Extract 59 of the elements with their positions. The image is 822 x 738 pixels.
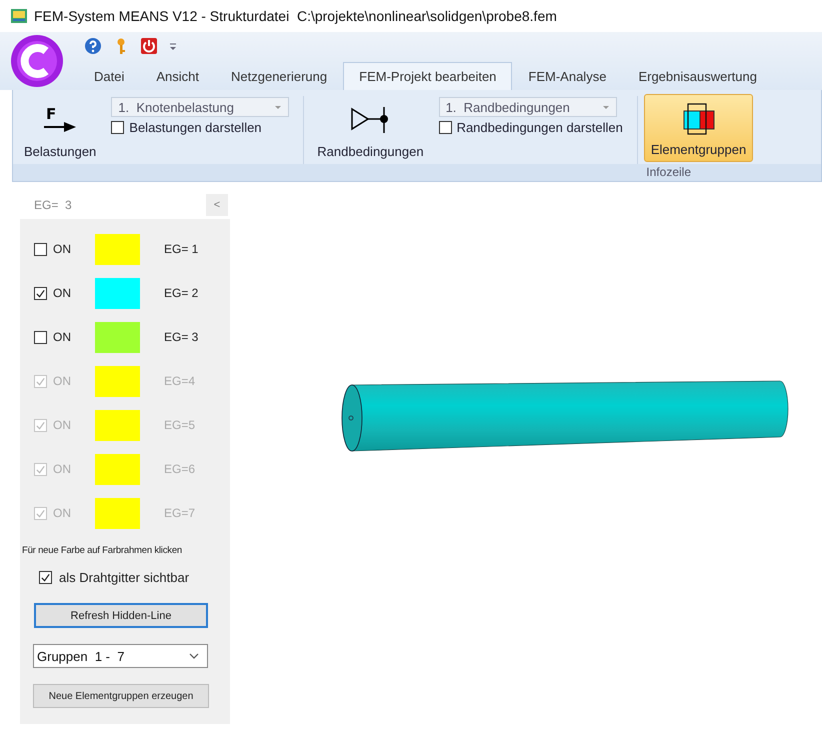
logo-icon	[10, 34, 64, 88]
checkbox[interactable]	[39, 571, 52, 584]
checkbox-label: ON	[53, 286, 71, 300]
window-title: FEM-System MEANS V12 - Strukturdatei C:\projekte\nonlinear\solidgen\probe8.fem	[34, 8, 557, 24]
ribbon-tab[interactable]: FEM-Analyse	[512, 62, 622, 90]
checkmark-icon	[35, 288, 46, 298]
element-groups-button[interactable]: Elementgruppen	[644, 94, 754, 162]
create-groups-button[interactable]: Neue Elementgruppen erzeugen	[33, 684, 209, 708]
checkmark-icon	[35, 376, 46, 386]
checkbox-label: als Drahtgitter sichtbar	[59, 570, 190, 585]
checkbox-label: ON	[53, 462, 71, 476]
checkmark-icon	[35, 464, 46, 474]
ribbon-tab[interactable]: Ansicht	[140, 62, 215, 90]
checkbox-label: ON	[53, 506, 71, 520]
dropdown-arrow-icon	[274, 104, 282, 110]
group-name: EG= 2	[164, 286, 198, 300]
checkbox-label: ON	[53, 418, 71, 432]
checkbox-label: ON	[53, 374, 71, 388]
power-icon	[140, 37, 158, 55]
checkbox[interactable]	[34, 286, 47, 300]
refresh-button[interactable]: Refresh Hidden-Line	[34, 603, 208, 628]
color-swatch[interactable]	[95, 322, 140, 352]
dropdown-arrow-icon	[602, 104, 610, 110]
checkbox[interactable]	[111, 121, 124, 134]
loads-button[interactable]: F Belastungen	[17, 92, 104, 164]
checkbox-label: ON	[53, 330, 71, 344]
checkbox-label: Randbedingungen darstellen	[456, 120, 623, 135]
chevron-down-icon	[189, 653, 199, 659]
group-range-select[interactable]: Gruppen 1 - 7	[33, 644, 208, 668]
checkbox-label: ON	[53, 242, 71, 256]
app-icon	[10, 7, 28, 25]
help-icon	[84, 37, 102, 55]
checkmark-icon	[35, 508, 46, 518]
color-swatch[interactable]	[95, 278, 140, 308]
group-name: EG=7	[164, 506, 196, 520]
dropdown[interactable]: 1. Knotenbelastung	[111, 97, 290, 117]
hint-text: Für neue Farbe auf Farbrahmen klicken	[22, 545, 183, 556]
ribbon-tab[interactable]: Datei	[78, 62, 140, 90]
boundary-button[interactable]: Randbedingungen	[310, 92, 431, 164]
checkbox[interactable]	[34, 330, 47, 344]
checkbox-label: Belastungen darstellen	[129, 120, 262, 135]
collapse-button[interactable]: <	[206, 194, 228, 216]
current-group-label: EG= 3	[34, 198, 72, 212]
ribbon-tab[interactable]: FEM-Projekt bearbeiten	[343, 62, 512, 90]
dropdown[interactable]: 1. Randbedingungen	[438, 97, 617, 117]
group-name: EG=5	[164, 418, 196, 432]
color-swatch[interactable]	[95, 234, 140, 264]
checkmark-icon	[40, 572, 51, 583]
group-name: EG=4	[164, 374, 196, 388]
ribbon-tab[interactable]: Netzgenerierung	[215, 62, 344, 90]
group-name: EG= 3	[164, 330, 198, 344]
group-label: Infozeile	[646, 165, 691, 179]
checkmark-icon	[35, 420, 46, 430]
ribbon-tab[interactable]: Ergebnisauswertung	[622, 62, 773, 90]
customize-icon	[168, 41, 178, 51]
checkbox[interactable]	[34, 242, 47, 256]
checkbox[interactable]	[438, 121, 452, 134]
group-name: EG= 1	[164, 242, 198, 256]
group-name: EG=6	[164, 462, 196, 476]
